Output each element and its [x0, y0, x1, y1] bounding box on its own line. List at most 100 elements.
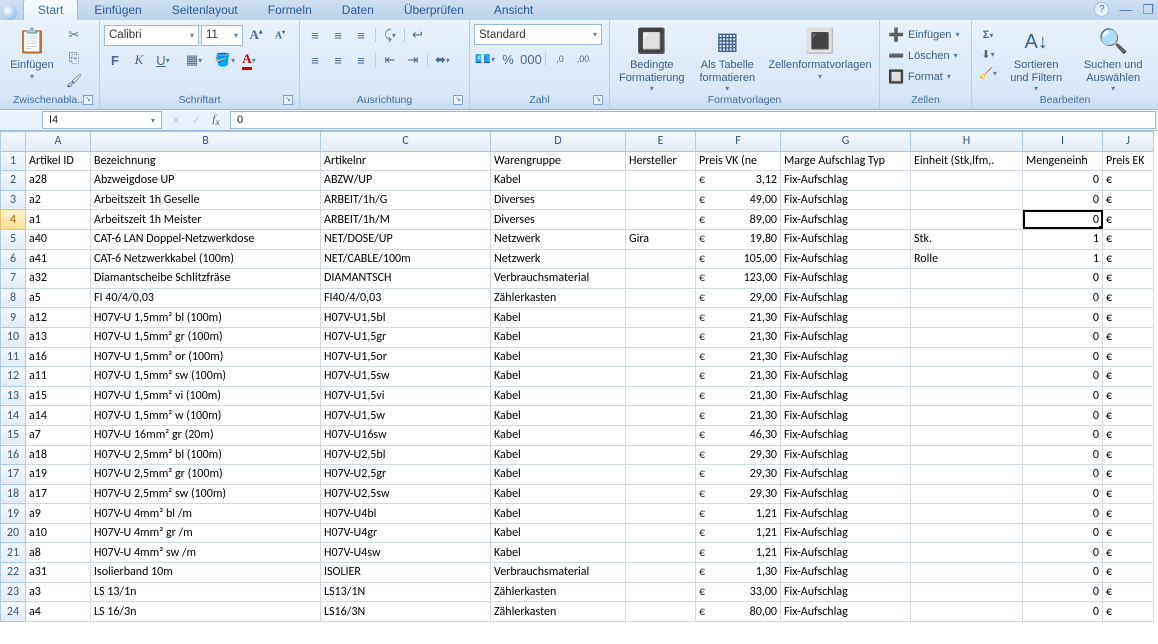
- clear-button[interactable]: 🧹▾: [979, 64, 997, 82]
- cell[interactable]: H07V-U 1,5mm² gr (100m): [91, 327, 321, 347]
- restore-icon[interactable]: ❐: [1142, 3, 1154, 16]
- cell[interactable]: Kabel: [491, 406, 626, 426]
- cell[interactable]: [626, 308, 696, 328]
- cell[interactable]: a5: [26, 288, 91, 308]
- format-painter-button[interactable]: 🖌: [63, 70, 85, 92]
- cell[interactable]: 0: [1023, 190, 1103, 210]
- cell[interactable]: 29,00: [696, 288, 781, 308]
- cell[interactable]: CAT-6 LAN Doppel-Netzwerkdose: [91, 229, 321, 249]
- cell[interactable]: 29,30: [696, 465, 781, 485]
- cell[interactable]: 0: [1023, 504, 1103, 524]
- conditional-formatting-button[interactable]: 🔲 Bedingte Formatierung▾: [614, 24, 690, 93]
- minimize-icon[interactable]: —: [1119, 3, 1132, 16]
- cell[interactable]: [626, 484, 696, 504]
- cell[interactable]: H07V-U1,5bl: [321, 308, 491, 328]
- cell[interactable]: Mengeneinh: [1023, 151, 1103, 171]
- cell[interactable]: €: [1103, 504, 1154, 524]
- office-button[interactable]: [3, 6, 17, 20]
- cell[interactable]: H07V-U1,5w: [321, 406, 491, 426]
- cell[interactable]: H07V-U 2,5mm² bl (100m): [91, 445, 321, 465]
- cell[interactable]: 0: [1023, 445, 1103, 465]
- ribbon-tab-formeln[interactable]: Formeln: [254, 0, 326, 20]
- shrink-font-button[interactable]: A▾: [269, 24, 291, 46]
- cell[interactable]: 0: [1023, 347, 1103, 367]
- col-header-A[interactable]: A: [26, 132, 91, 152]
- cell[interactable]: Fix-Aufschlag: [781, 327, 911, 347]
- cell[interactable]: €: [1103, 406, 1154, 426]
- cell[interactable]: 21,30: [696, 327, 781, 347]
- cell[interactable]: [911, 171, 1023, 191]
- col-header-B[interactable]: B: [91, 132, 321, 152]
- dialog-launcher-icon[interactable]: ↘: [283, 95, 293, 105]
- cell[interactable]: Kabel: [491, 367, 626, 387]
- cell[interactable]: [626, 171, 696, 191]
- cell[interactable]: 29,30: [696, 445, 781, 465]
- cell[interactable]: 80,00: [696, 602, 781, 622]
- cell[interactable]: 0: [1023, 602, 1103, 622]
- cell[interactable]: 1: [1023, 249, 1103, 269]
- cell[interactable]: 0: [1023, 465, 1103, 485]
- row-header[interactable]: 9: [1, 308, 26, 328]
- cell[interactable]: €: [1103, 327, 1154, 347]
- cell[interactable]: Fix-Aufschlag: [781, 171, 911, 191]
- row-header[interactable]: 23: [1, 582, 26, 602]
- cell[interactable]: 0: [1023, 269, 1103, 289]
- cell[interactable]: H07V-U 4mm² gr /m: [91, 523, 321, 543]
- cell[interactable]: 33,00: [696, 582, 781, 602]
- cell[interactable]: a13: [26, 327, 91, 347]
- col-header-F[interactable]: F: [696, 132, 781, 152]
- cell[interactable]: ARBEIT/1h/G: [321, 190, 491, 210]
- cell[interactable]: €: [1103, 386, 1154, 406]
- cell[interactable]: Isolierband 10m: [91, 563, 321, 583]
- cell[interactable]: 0: [1023, 367, 1103, 387]
- cell[interactable]: Fix-Aufschlag: [781, 425, 911, 445]
- cell[interactable]: 29,30: [696, 484, 781, 504]
- cell[interactable]: a32: [26, 269, 91, 289]
- cell[interactable]: €: [1103, 425, 1154, 445]
- cell[interactable]: €: [1103, 582, 1154, 602]
- cell[interactable]: H07V-U 4mm² bl /m: [91, 504, 321, 524]
- cell[interactable]: Kabel: [491, 327, 626, 347]
- row-header[interactable]: 20: [1, 523, 26, 543]
- col-header-E[interactable]: E: [626, 132, 696, 152]
- cell[interactable]: Gira: [626, 229, 696, 249]
- cell[interactable]: [626, 190, 696, 210]
- increase-decimal-button[interactable]: ,0: [549, 48, 571, 70]
- cell[interactable]: €: [1103, 602, 1154, 622]
- cell[interactable]: €: [1103, 445, 1154, 465]
- cell[interactable]: €: [1103, 171, 1154, 191]
- cell[interactable]: Kabel: [491, 504, 626, 524]
- cell[interactable]: Fix-Aufschlag: [781, 249, 911, 269]
- cell[interactable]: Kabel: [491, 543, 626, 563]
- accounting-format-button[interactable]: 💶▾: [474, 48, 496, 70]
- cell[interactable]: [626, 210, 696, 230]
- cell[interactable]: €: [1103, 484, 1154, 504]
- cell[interactable]: Einheit (Stk,lfm,.: [911, 151, 1023, 171]
- merge-center-button[interactable]: ⬌▾: [431, 49, 454, 71]
- row-header[interactable]: 2: [1, 171, 26, 191]
- cell[interactable]: Arbeitszeit 1h Geselle: [91, 190, 321, 210]
- cell[interactable]: 105,00: [696, 249, 781, 269]
- dialog-launcher-icon[interactable]: ↘: [83, 95, 93, 105]
- fill-button[interactable]: ⬇▾: [979, 45, 997, 63]
- cell[interactable]: ARBEIT/1h/M: [321, 210, 491, 230]
- cell[interactable]: [911, 308, 1023, 328]
- ribbon-tab-daten[interactable]: Daten: [328, 0, 388, 20]
- percent-button[interactable]: %: [497, 48, 519, 70]
- cell[interactable]: Fix-Aufschlag: [781, 347, 911, 367]
- cell[interactable]: a7: [26, 425, 91, 445]
- cell[interactable]: H07V-U1,5or: [321, 347, 491, 367]
- enter-formula-icon[interactable]: ✓: [186, 114, 206, 127]
- row-header[interactable]: 5: [1, 229, 26, 249]
- copy-button[interactable]: ⎘: [63, 47, 85, 69]
- cell[interactable]: DIAMANTSCH: [321, 269, 491, 289]
- cell[interactable]: [911, 210, 1023, 230]
- col-header-H[interactable]: H: [911, 132, 1023, 152]
- cell[interactable]: a3: [26, 582, 91, 602]
- borders-button[interactable]: ▦▾: [183, 49, 205, 71]
- cell[interactable]: H07V-U 4mm² sw /m: [91, 543, 321, 563]
- cell[interactable]: Kabel: [491, 523, 626, 543]
- cell[interactable]: a1: [26, 210, 91, 230]
- row-header[interactable]: 12: [1, 367, 26, 387]
- col-header-G[interactable]: G: [781, 132, 911, 152]
